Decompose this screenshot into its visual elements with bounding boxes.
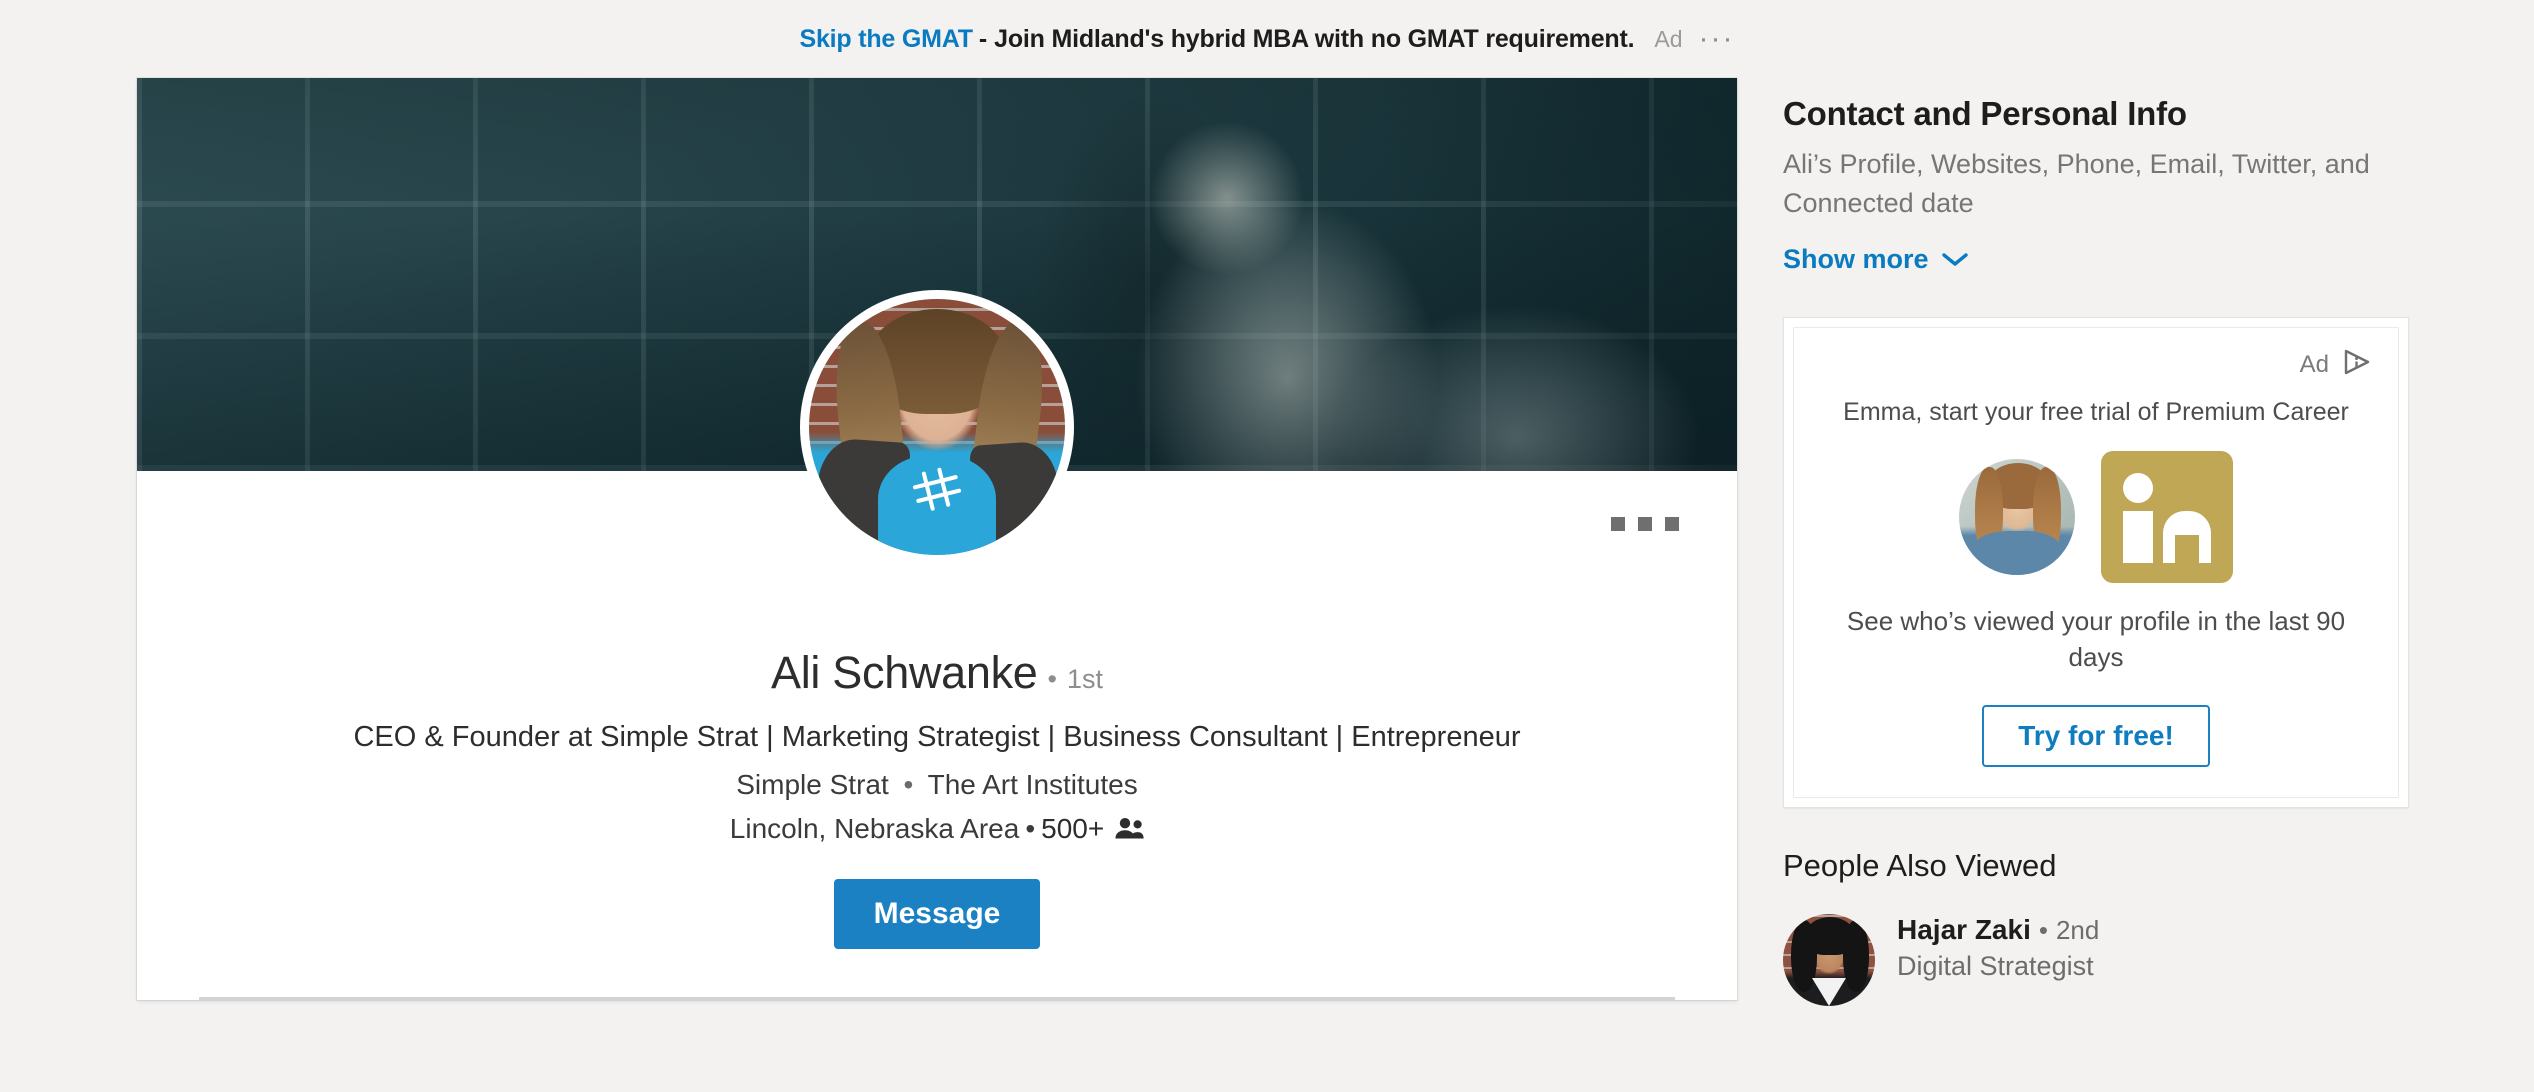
profile-headline: CEO & Founder at Simple Strat | Marketin… [353, 721, 1521, 753]
people-also-viewed-heading: People Also Viewed [1783, 848, 2057, 883]
avatar-hair-left [1791, 920, 1817, 992]
sponsored-body-text: Join Midland's hybrid MBA with no GMAT r… [994, 24, 1635, 53]
affiliation-separator: • [903, 769, 914, 800]
profile-card: Ali Schwanke • 1st CEO & Founder at Simp… [137, 78, 1737, 1000]
connection-degree: 1st [1066, 664, 1104, 694]
chevron-down-icon [1941, 244, 1968, 275]
location-separator: • [1025, 813, 1036, 844]
profile-location: Lincoln, Nebraska Area [729, 813, 1020, 844]
education-school[interactable]: The Art Institutes [928, 769, 1138, 800]
sponsored-dash: - [978, 24, 988, 53]
connections-people-icon [1114, 817, 1144, 841]
profile-actions: Message [137, 879, 1737, 949]
page-columns: Ali Schwanke • 1st CEO & Founder at Simp… [0, 78, 2534, 1006]
avatar-image [809, 299, 1065, 555]
profile-location-row: Lincoln, Nebraska Area • 500+ [137, 813, 1737, 845]
sidebar-ad-header: Ad [1820, 348, 2372, 381]
list-item-name-row: Hajar Zaki • 2nd [1897, 914, 2099, 946]
avatar-hair-right [1843, 920, 1869, 992]
try-for-free-button[interactable]: Try for free! [1982, 705, 2210, 767]
avatar [1783, 914, 1875, 1006]
right-sidebar: Contact and Personal Info Ali’s Profile,… [1783, 78, 2431, 1006]
person-title: Digital Strategist [1897, 951, 2094, 981]
profile-affiliations: Simple Strat • The Art Institutes [137, 769, 1737, 801]
profile-name-row: Ali Schwanke • 1st [137, 647, 1737, 699]
sidebar-ad-label: Ad [2299, 350, 2329, 378]
ad-choices-icon[interactable] [2342, 348, 2372, 381]
sidebar-ad-inner: Ad Emma, start your free trial of Premiu… [1793, 327, 2399, 798]
profile-card-divider [199, 997, 1675, 1000]
degree-separator: • [1047, 664, 1057, 694]
connection-count[interactable]: 500+ [1041, 813, 1104, 845]
connection-degree: 2nd [2055, 915, 2100, 945]
list-item[interactable]: Hajar Zaki • 2nd Digital Strategist [1783, 914, 2431, 1006]
sidebar-ad-card: Ad Emma, start your free trial of Premiu… [1783, 317, 2409, 808]
show-more-button[interactable]: Show more [1783, 244, 1968, 275]
sponsored-overflow-icon[interactable]: ··· [1699, 24, 1735, 54]
member-photo-shirt [1973, 531, 2061, 575]
contact-info-heading: Contact and Personal Info [1783, 95, 2187, 132]
current-company[interactable]: Simple Strat [736, 769, 889, 800]
contact-info-summary: Ali’s Profile, Websites, Phone, Email, T… [1783, 149, 2370, 218]
avatar[interactable] [800, 290, 1074, 564]
sponsored-top-bar: Skip the GMAT - Join Midland's hybrid MB… [0, 0, 2534, 78]
sidebar-ad-headline: Emma, start your free trial of Premium C… [1843, 398, 2349, 426]
person-name[interactable]: Hajar Zaki [1897, 914, 2031, 946]
profile-overflow-menu-icon[interactable] [1611, 517, 1679, 531]
message-button[interactable]: Message [833, 879, 1041, 949]
page-title: Ali Schwanke [770, 647, 1038, 698]
member-photo-avatar [1959, 459, 2075, 575]
sidebar-ad-media [1820, 451, 2372, 583]
avatar-collar [1812, 978, 1846, 1006]
show-more-label: Show more [1783, 244, 1929, 274]
sponsored-link[interactable]: Skip the GMAT [800, 25, 974, 54]
linkedin-premium-logo-icon [2101, 451, 2233, 583]
sponsored-ad-label: Ad [1654, 25, 1683, 52]
sidebar-ad-body: See who’s viewed your profile in the las… [1846, 606, 2346, 672]
list-item-text: Hajar Zaki • 2nd Digital Strategist [1897, 914, 2099, 982]
sidebar-ad-cta-wrap: Try for free! [1820, 705, 2372, 767]
degree-separator: • [2038, 915, 2048, 945]
